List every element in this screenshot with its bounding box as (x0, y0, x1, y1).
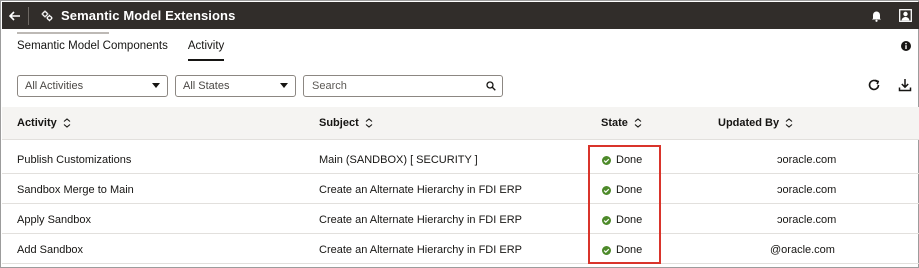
activity-filter-select[interactable]: All Activities (17, 75, 168, 97)
chevron-down-icon (152, 83, 160, 88)
cell-updated-by: @oracle.com (770, 244, 835, 256)
activity-filter-value: All Activities (25, 80, 84, 92)
sort-icon (634, 118, 642, 128)
table-row[interactable]: Sandbox Merge to Main Create an Alternat… (2, 174, 919, 204)
column-header-subject[interactable]: Subject (319, 117, 373, 129)
state-filter-select[interactable]: All States (175, 75, 296, 97)
cell-subject: Main (SANDBOX) [ SECURITY ] (319, 154, 478, 166)
cell-activity: Add Sandbox (17, 244, 84, 256)
cell-updated-by: ɔoracle.com (777, 214, 837, 226)
cell-subject: Create an Alternate Hierarchy in FDI ERP (319, 244, 522, 256)
cell-subject: Create an Alternate Hierarchy in FDI ERP (319, 184, 522, 196)
back-button[interactable] (2, 2, 28, 29)
user-menu-button[interactable] (891, 2, 919, 29)
header-divider (28, 6, 29, 25)
tab-bar: Semantic Model Components Activity (17, 32, 225, 61)
download-icon[interactable] (898, 78, 912, 92)
search-input[interactable] (312, 80, 472, 92)
table-row[interactable]: Apply Sandbox Create an Alternate Hierar… (2, 204, 919, 234)
chevron-down-icon (280, 83, 288, 88)
notifications-button[interactable] (861, 10, 891, 22)
tab-activity[interactable]: Activity (187, 39, 225, 61)
search-icon (486, 81, 496, 91)
window-frame: Semantic Model Extensions Semantic Model… (0, 0, 919, 268)
back-arrow-icon (9, 10, 20, 21)
page-title: Semantic Model Extensions (61, 8, 236, 23)
table-row[interactable]: Publish Customizations Main (SANDBOX) [ … (2, 144, 919, 174)
table-header: Activity Subject State Updated By (2, 107, 919, 140)
table-row[interactable]: Add Sandbox Create an Alternate Hierarch… (2, 234, 919, 264)
column-header-state[interactable]: State (601, 117, 642, 129)
cell-updated-by: ɔoracle.com (777, 184, 837, 196)
sort-icon (365, 118, 373, 128)
refresh-icon[interactable] (867, 78, 881, 92)
tab-semantic-model-components[interactable]: Semantic Model Components (17, 32, 168, 61)
bell-icon (871, 11, 881, 22)
cell-subject: Create an Alternate Hierarchy in FDI ERP (319, 214, 522, 226)
cell-activity: Publish Customizations (17, 154, 132, 166)
sort-icon (63, 118, 71, 128)
user-icon (898, 9, 912, 22)
gear-cluster-icon (35, 10, 59, 22)
column-header-activity[interactable]: Activity (17, 117, 71, 129)
cell-activity: Sandbox Merge to Main (17, 184, 134, 196)
state-filter-value: All States (183, 80, 230, 92)
app-header: Semantic Model Extensions (2, 2, 919, 29)
sort-icon (785, 118, 793, 128)
cell-updated-by: ɔoracle.com (777, 154, 837, 166)
cell-activity: Apply Sandbox (17, 214, 91, 226)
highlight-box (588, 145, 661, 264)
info-icon[interactable] (901, 41, 911, 51)
column-header-updated-by[interactable]: Updated By (718, 117, 793, 129)
search-field[interactable] (303, 75, 503, 97)
